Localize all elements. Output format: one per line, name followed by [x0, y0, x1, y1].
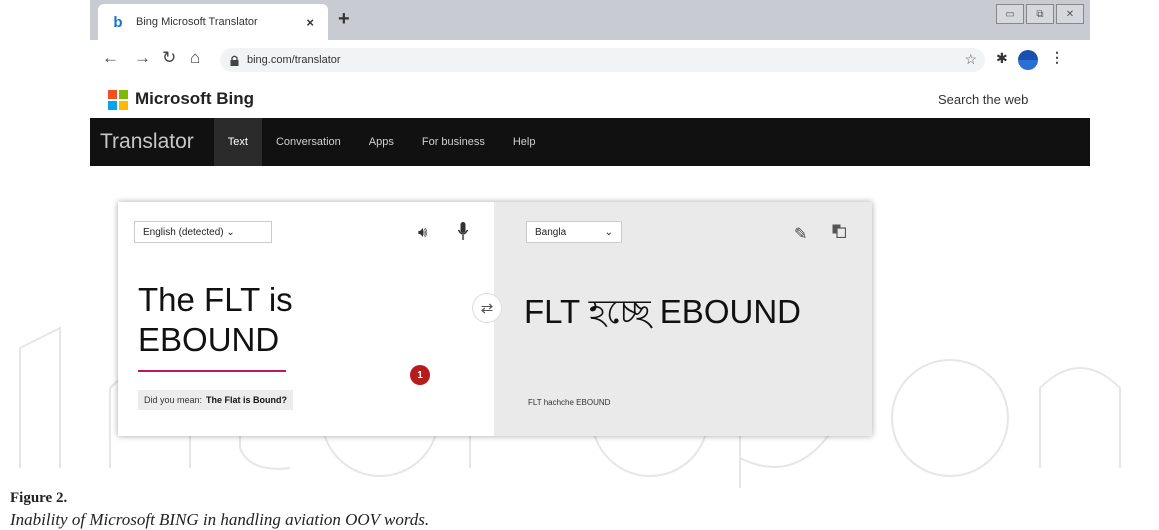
- microsoft-logo-icon: [108, 90, 128, 110]
- microphone-icon[interactable]: [458, 222, 468, 242]
- extensions-puzzle-icon[interactable]: ✱: [996, 50, 1008, 67]
- chevron-down-icon: ⌄: [604, 226, 613, 238]
- error-count-badge[interactable]: 1: [410, 365, 430, 385]
- nav-tab-conversation[interactable]: Conversation: [262, 118, 355, 166]
- tab-title: Bing Microsoft Translator: [136, 16, 258, 28]
- suggestion-text: The Flat is Bound?: [206, 395, 288, 405]
- forward-arrow-icon[interactable]: →: [134, 48, 151, 68]
- close-window-button[interactable]: ✕: [1056, 4, 1084, 24]
- new-tab-button[interactable]: +: [338, 8, 350, 31]
- translated-text: FLT হচ্ছে EBOUND: [524, 293, 801, 330]
- nav-tab-apps[interactable]: Apps: [355, 118, 408, 166]
- nav-tab-help[interactable]: Help: [499, 118, 550, 166]
- tab-close-icon[interactable]: ×: [306, 15, 314, 30]
- search-the-web-link[interactable]: Search the web: [938, 92, 1028, 107]
- speaker-icon[interactable]: 🔊︎: [418, 224, 427, 241]
- bing-favicon-icon: b: [113, 13, 123, 31]
- spelling-error-underline: [138, 370, 286, 372]
- profile-avatar-icon[interactable]: [1018, 50, 1038, 70]
- nav-tab-text[interactable]: Text: [213, 118, 262, 166]
- minimize-button[interactable]: ▭: [996, 4, 1024, 24]
- copy-icon[interactable]: [832, 224, 846, 238]
- kebab-menu-icon[interactable]: ⋮: [1050, 49, 1064, 66]
- nav-tab-for-business[interactable]: For business: [408, 118, 499, 166]
- bing-header: Microsoft Bing Search the web: [90, 80, 1090, 118]
- target-language-label: Bangla: [535, 226, 567, 238]
- source-text-input[interactable]: The FLT is EBOUND: [138, 280, 293, 360]
- bookmark-star-icon[interactable]: ☆: [964, 51, 977, 68]
- source-text-line-2: EBOUND: [138, 321, 280, 358]
- transliteration-text: FLT hachche EBOUND: [528, 398, 611, 407]
- swap-languages-icon[interactable]: ⇄: [472, 293, 502, 323]
- source-text-line-1: The FLT is: [138, 281, 293, 318]
- address-bar[interactable]: bing.com/translator ☆: [220, 48, 985, 72]
- suggestion-prefix: Did you mean:: [144, 395, 203, 405]
- source-pane: English (detected) ⌄ 🔊︎ The FLT is EBOUN…: [118, 202, 494, 436]
- figure-label: Figure 2.: [10, 490, 68, 506]
- did-you-mean-suggestion[interactable]: Did you mean: The Flat is Bound?: [138, 390, 294, 410]
- url-text: bing.com/translator: [247, 54, 341, 66]
- target-language-select[interactable]: Bangla ⌄: [526, 221, 622, 243]
- source-language-select[interactable]: English (detected) ⌄: [134, 221, 272, 243]
- browser-window: b Bing Microsoft Translator × + ▭ ⧉ ✕ ← …: [90, 0, 1090, 166]
- browser-toolbar: ← → ↻ ⌂ bing.com/translator ☆ ✱ ⋮: [90, 40, 1090, 80]
- browser-tab[interactable]: b Bing Microsoft Translator ×: [98, 4, 328, 40]
- restore-button[interactable]: ⧉: [1026, 4, 1054, 24]
- window-controls: ▭ ⧉ ✕: [994, 4, 1084, 24]
- target-pane: Bangla ⌄ ✎ FLT হচ্ছে EBOUND FLT hachche …: [494, 202, 872, 436]
- tab-strip: b Bing Microsoft Translator × + ▭ ⧉ ✕: [90, 0, 1090, 40]
- translator-title[interactable]: Translator: [100, 130, 194, 154]
- home-icon[interactable]: ⌂: [190, 48, 200, 68]
- lock-icon: [230, 55, 239, 66]
- translator-card: English (detected) ⌄ 🔊︎ The FLT is EBOUN…: [118, 202, 872, 436]
- figure-caption: Inability of Microsoft BING in handling …: [10, 510, 430, 529]
- brand-name[interactable]: Microsoft Bing: [135, 89, 254, 109]
- edit-pencil-icon[interactable]: ✎: [794, 224, 807, 244]
- translator-nav-bar: Translator Text Conversation Apps For bu…: [90, 118, 1090, 166]
- back-arrow-icon[interactable]: ←: [102, 48, 119, 68]
- reload-icon[interactable]: ↻: [162, 48, 176, 68]
